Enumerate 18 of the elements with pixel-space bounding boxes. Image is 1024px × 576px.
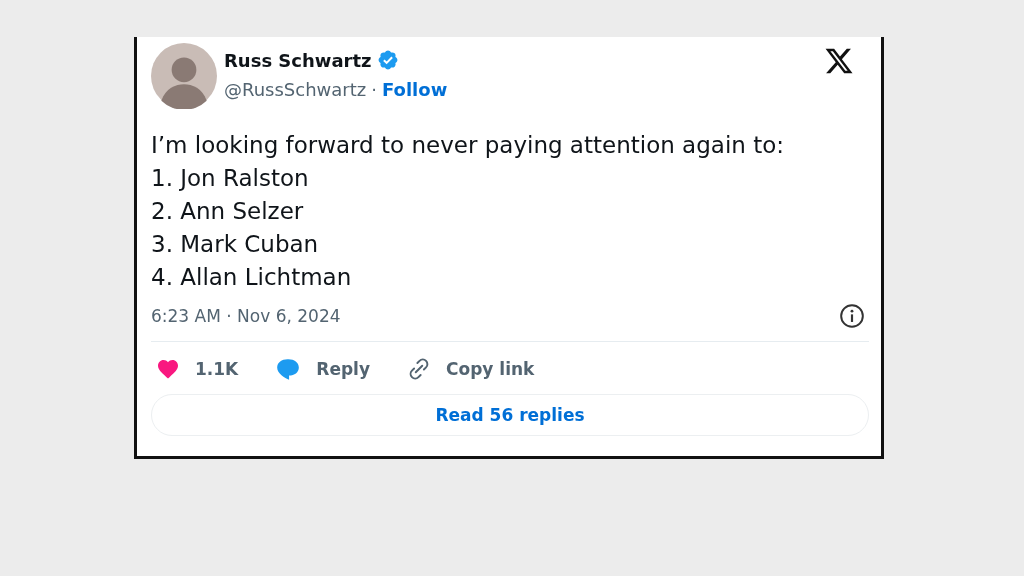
separator-dot: · xyxy=(371,79,377,100)
action-label[interactable]: Copy link xyxy=(446,359,535,379)
list-item: 4. Allan Lichtman xyxy=(151,263,353,292)
action-label[interactable]: 1.1K xyxy=(195,359,239,379)
x-logo-icon xyxy=(823,46,855,76)
follow-link[interactable]: Follow xyxy=(382,79,448,100)
avatar-icon xyxy=(151,43,217,109)
action-label[interactable]: Reply xyxy=(316,359,370,379)
author-handle: @RussSchwartz xyxy=(224,79,367,100)
author-name: Russ Schwartz xyxy=(224,49,372,71)
info-icon[interactable] xyxy=(839,303,865,329)
timestamp: 6:23 AM · Nov 6, 2024 xyxy=(151,306,341,326)
tweet-text: I’m looking forward to never paying attention again to: xyxy=(151,131,785,160)
list-item: 2. Ann Selzer xyxy=(151,197,305,226)
list-item: 3. Mark Cuban xyxy=(151,230,320,259)
read-replies-button[interactable]: Read 56 replies xyxy=(151,394,869,436)
list-item: 1. Jon Ralston xyxy=(151,164,310,193)
heart-icon[interactable] xyxy=(155,357,181,381)
